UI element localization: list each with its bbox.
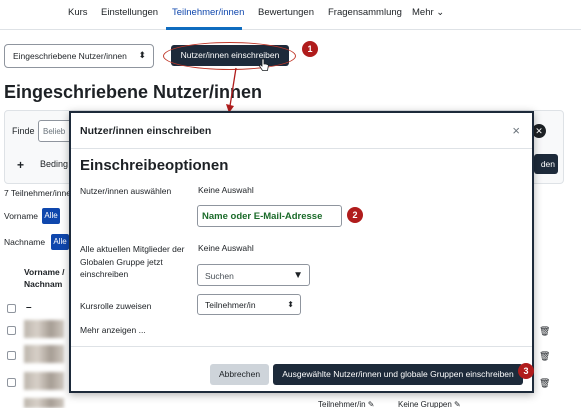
enrol-selected-button[interactable]: Ausgewählte Nutzer/innen und globale Gru… <box>273 364 523 385</box>
participant-count: 7 Teilnehmer/inne <box>4 188 71 198</box>
firstname-filter-label: Vorname <box>4 211 39 221</box>
hand-cursor-icon <box>259 58 269 71</box>
filter-label: Finde <box>12 126 35 136</box>
enrol-users-modal: Nutzer/innen einschreiben × Einschreibeo… <box>69 111 534 393</box>
cohort-search-placeholder: Suchen <box>205 271 234 281</box>
course-role-select[interactable]: Teilnehmer/in ⬍ <box>197 294 301 315</box>
caret-down-icon: ▼ <box>293 270 303 281</box>
step-marker-2: 2 <box>347 207 363 223</box>
select-users-value: Keine Auswahl <box>198 185 254 195</box>
avatar <box>24 398 64 408</box>
trash-icon[interactable]: 🗑 <box>539 351 550 361</box>
trash-icon[interactable]: 🗑 <box>539 378 550 388</box>
row-checkbox[interactable] <box>7 378 16 387</box>
annotation-arrow <box>226 67 237 113</box>
step-marker-3: 3 <box>518 363 534 379</box>
tab-fragensammlung[interactable]: Fragensammlung <box>328 7 402 18</box>
enrolled-users-select[interactable]: Eingeschriebene Nutzer/innen ⬍ <box>4 44 154 68</box>
clear-filter-icon[interactable]: ✕ <box>532 124 546 138</box>
tab-einstellungen[interactable]: Einstellungen <box>101 7 158 18</box>
add-condition-icon[interactable]: + <box>17 158 24 172</box>
modal-title: Nutzer/innen einschreiben <box>80 125 212 137</box>
tab-teilnehmer[interactable]: Teilnehmer/innen <box>172 7 244 18</box>
course-role-value: Teilnehmer/in <box>205 300 256 310</box>
enrolled-users-select-value: Eingeschriebene Nutzer/innen <box>13 51 127 61</box>
show-more-link[interactable]: Mehr anzeigen ... <box>80 325 146 335</box>
row-checkbox[interactable] <box>7 326 16 335</box>
cohort-value: Keine Auswahl <box>198 243 254 253</box>
modal-footer-divider <box>71 346 532 347</box>
select-users-label: Nutzer/innen auswählen <box>80 186 172 196</box>
add-condition-label[interactable]: Beding <box>40 159 68 169</box>
enrol-options-heading: Einschreibeoptionen <box>80 157 229 174</box>
cohort-label: Alle aktuellen Mitglieder der Globalen G… <box>80 244 185 279</box>
user-search-placeholder: Name oder E-Mail-Adresse <box>202 211 323 222</box>
apply-filter-button[interactable]: den <box>534 154 558 174</box>
avatar <box>24 372 64 390</box>
cancel-button[interactable]: Abbrechen <box>210 364 269 385</box>
modal-header: Nutzer/innen einschreiben × <box>71 113 532 149</box>
tab-mehr[interactable]: Mehr ⌄ <box>412 7 444 18</box>
lastname-filter-label: Nachname <box>4 237 46 247</box>
avatar <box>24 345 64 363</box>
lastname-filter-all[interactable]: Alle <box>51 234 69 250</box>
tab-kurs[interactable]: Kurs <box>68 7 88 18</box>
avatar <box>24 320 64 338</box>
active-tab-indicator <box>166 27 242 30</box>
firstname-filter-all[interactable]: Alle <box>42 208 60 224</box>
trash-icon[interactable]: 🗑 <box>539 326 550 336</box>
role-cell[interactable]: Teilnehmer/in ✎ <box>318 400 375 408</box>
close-icon[interactable]: × <box>512 123 520 138</box>
step-marker-1: 1 <box>302 41 318 57</box>
row-checkbox[interactable] <box>7 351 16 360</box>
course-role-label: Kursrolle zuweisen <box>80 301 152 311</box>
cohort-search-select[interactable]: Suchen ▼ <box>197 264 310 286</box>
updown-caret-icon: ⬍ <box>287 300 294 309</box>
groups-cell[interactable]: Keine Gruppen ✎ <box>398 400 461 408</box>
column-sort-indicator: – <box>26 302 32 313</box>
updown-caret-icon: ⬍ <box>138 50 146 60</box>
course-nav: Kurs Einstellungen Teilnehmer/innen Bewe… <box>0 0 581 30</box>
column-header-name[interactable]: Vorname / Nachnam <box>24 266 68 290</box>
select-all-checkbox[interactable] <box>7 304 16 313</box>
tab-bewertungen[interactable]: Bewertungen <box>258 7 314 18</box>
